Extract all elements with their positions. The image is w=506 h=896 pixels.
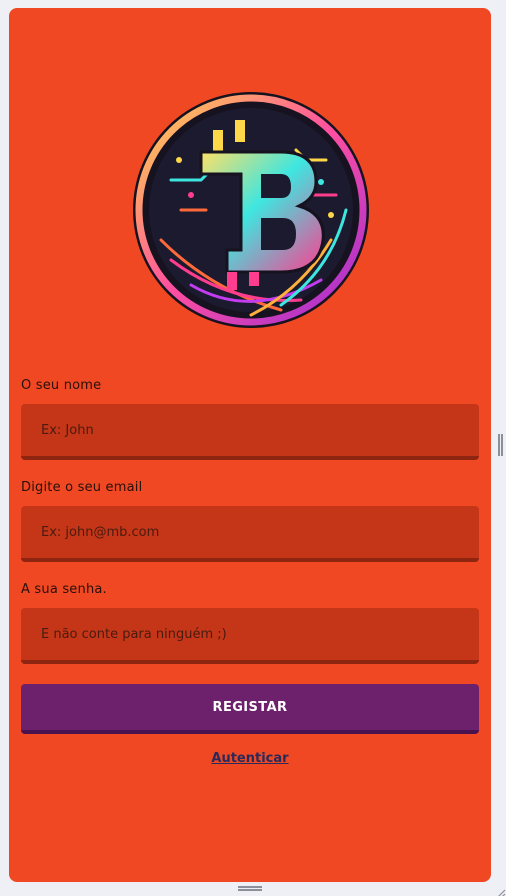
bitcoin-logo-icon (131, 90, 371, 330)
password-input[interactable] (21, 608, 479, 664)
register-card: O seu nome Digite o seu email A sua senh… (9, 8, 491, 882)
password-label: A sua senha. (21, 582, 107, 597)
email-input[interactable] (21, 506, 479, 562)
name-label: O seu nome (21, 378, 102, 393)
login-link[interactable]: Autenticar (9, 751, 491, 766)
email-label: Digite o seu email (21, 480, 143, 495)
side-resize-handle[interactable] (498, 434, 503, 456)
name-input[interactable] (21, 404, 479, 460)
resize-grip-icon[interactable] (494, 884, 506, 896)
app-frame: O seu nome Digite o seu email A sua senh… (0, 0, 506, 896)
bottom-resize-handle[interactable] (238, 886, 262, 891)
register-button[interactable]: REGISTAR (21, 684, 479, 734)
